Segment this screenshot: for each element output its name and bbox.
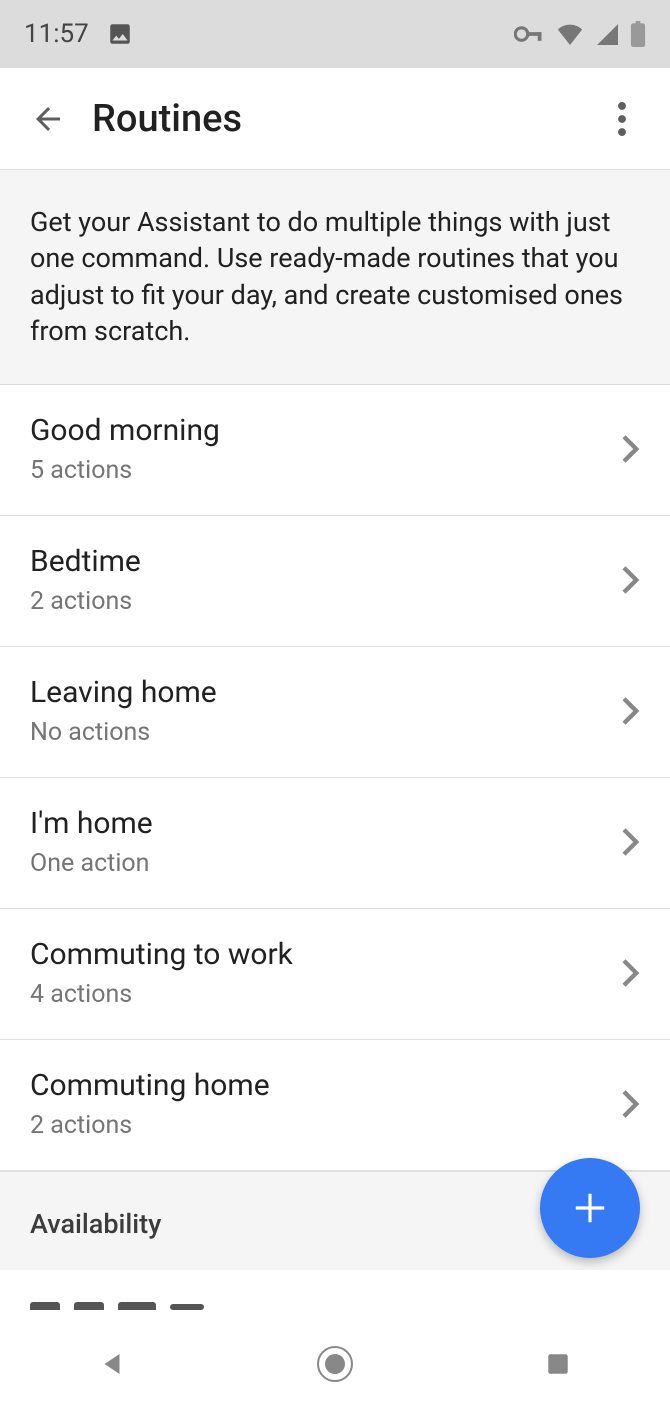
cutoff-content: [0, 1270, 670, 1310]
routine-subtitle: 2 actions: [30, 587, 622, 616]
chevron-right-icon: [622, 697, 640, 725]
chevron-right-icon: [622, 435, 640, 463]
back-button[interactable]: [12, 83, 84, 155]
system-nav-bar: [0, 1320, 670, 1408]
picture-icon: [107, 21, 133, 47]
chevron-right-icon: [622, 566, 640, 594]
nav-back-button[interactable]: [52, 1329, 172, 1399]
routine-row-commuting-to-work[interactable]: Commuting to work 4 actions: [0, 909, 670, 1040]
plus-icon: [571, 1189, 609, 1227]
routine-title: Commuting home: [30, 1068, 622, 1103]
chevron-right-icon: [622, 1090, 640, 1118]
routine-subtitle: 2 actions: [30, 1111, 622, 1140]
status-bar: 11:57: [0, 0, 670, 68]
routine-row-leaving-home[interactable]: Leaving home No actions: [0, 647, 670, 778]
add-routine-fab[interactable]: [540, 1158, 640, 1258]
overflow-menu-button[interactable]: [586, 83, 658, 155]
app-bar: Routines: [0, 68, 670, 170]
routine-subtitle: 4 actions: [30, 980, 622, 1009]
routine-subtitle: 5 actions: [30, 456, 622, 485]
routines-list: Good morning 5 actions Bedtime 2 actions…: [0, 385, 670, 1171]
routine-row-commuting-home[interactable]: Commuting home 2 actions: [0, 1040, 670, 1171]
routine-title: Commuting to work: [30, 937, 622, 972]
routine-title: Good morning: [30, 413, 622, 448]
routine-row-bedtime[interactable]: Bedtime 2 actions: [0, 516, 670, 647]
chevron-right-icon: [622, 828, 640, 856]
vpn-key-icon: [514, 24, 544, 44]
nav-recents-button[interactable]: [498, 1329, 618, 1399]
intro-text: Get your Assistant to do multiple things…: [0, 170, 670, 385]
routine-title: Leaving home: [30, 675, 622, 710]
cell-signal-icon: [596, 23, 618, 45]
routine-row-im-home[interactable]: I'm home One action: [0, 778, 670, 909]
chevron-right-icon: [622, 959, 640, 987]
battery-icon: [630, 21, 646, 47]
wifi-icon: [556, 23, 584, 45]
nav-home-button[interactable]: [275, 1329, 395, 1399]
routine-row-good-morning[interactable]: Good morning 5 actions: [0, 385, 670, 516]
routine-subtitle: No actions: [30, 718, 622, 747]
page-title: Routines: [92, 97, 586, 141]
routine-title: Bedtime: [30, 544, 622, 579]
status-time: 11:57: [24, 19, 89, 49]
routine-title: I'm home: [30, 806, 622, 841]
routine-subtitle: One action: [30, 849, 622, 878]
